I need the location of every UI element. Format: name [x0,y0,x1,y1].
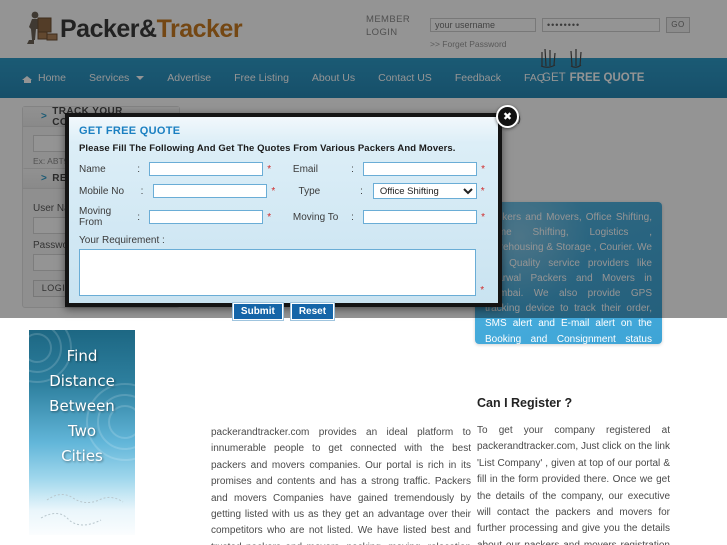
quote-form: Name : * Email : * Mobile No : * Type: … [79,162,488,320]
modal-button-row: Submit Reset [79,303,488,320]
close-icon[interactable]: ✖ [496,105,519,128]
required-asterisk: * [267,163,272,175]
get-free-quote-modal: GET FREE QUOTE Please Fill The Following… [65,113,502,320]
can-i-register-heading: Can I Register ? [477,396,573,410]
email-input[interactable] [363,162,478,176]
requirement-row: * [79,249,488,296]
required-asterisk: * [480,185,485,197]
colon-separator: : [360,185,363,197]
submit-button[interactable]: Submit [232,303,283,320]
required-asterisk: * [267,211,272,223]
colon-separator: : [137,211,141,223]
required-asterisk: * [480,285,485,296]
form-row-name-email: Name : * Email : * [79,162,488,176]
colon-separator: : [137,163,141,175]
intro-paragraph: packerandtracker.com provides an ideal p… [211,427,471,545]
colon-separator: : [351,163,354,175]
moving-to-input[interactable] [363,210,478,224]
moving-from-label: Moving From [79,206,112,228]
required-asterisk: * [481,211,486,223]
required-asterisk: * [271,185,276,197]
type-select[interactable]: Office Shifting [372,183,477,199]
register-paragraph: To get your company registered at packer… [477,425,670,545]
find-distance-promo[interactable]: Find Distance Between Two Cities [29,330,135,535]
form-row-moving-from-to: Moving From : * Moving To : * [79,206,488,228]
modal-title: GET FREE QUOTE [79,125,181,137]
modal-body: GET FREE QUOTE Please Fill The Following… [69,117,498,320]
moving-to-label: Moving To [292,211,339,223]
modal-subtitle: Please Fill The Following And Get The Qu… [79,143,456,154]
mobile-label: Mobile No [79,185,125,197]
email-label: Email [292,163,318,175]
form-row-mobile-type: Mobile No : * Type : Office Shifting * [79,183,488,199]
requirement-textarea[interactable] [79,249,477,296]
moving-from-input[interactable] [149,210,264,224]
reset-button[interactable]: Reset [290,303,335,320]
requirement-label: Your Requirement : [79,235,165,246]
name-input[interactable] [149,162,264,176]
type-label: Type [298,185,321,197]
colon-separator: : [351,211,354,223]
page-root: Packer&Tracker MEMBER LOGIN GO >> Forget… [0,0,727,545]
mobile-input[interactable] [153,184,268,198]
name-label: Name [79,163,106,175]
map-outline-decoration [40,494,124,526]
required-asterisk: * [481,163,486,175]
colon-separator: : [140,185,144,197]
